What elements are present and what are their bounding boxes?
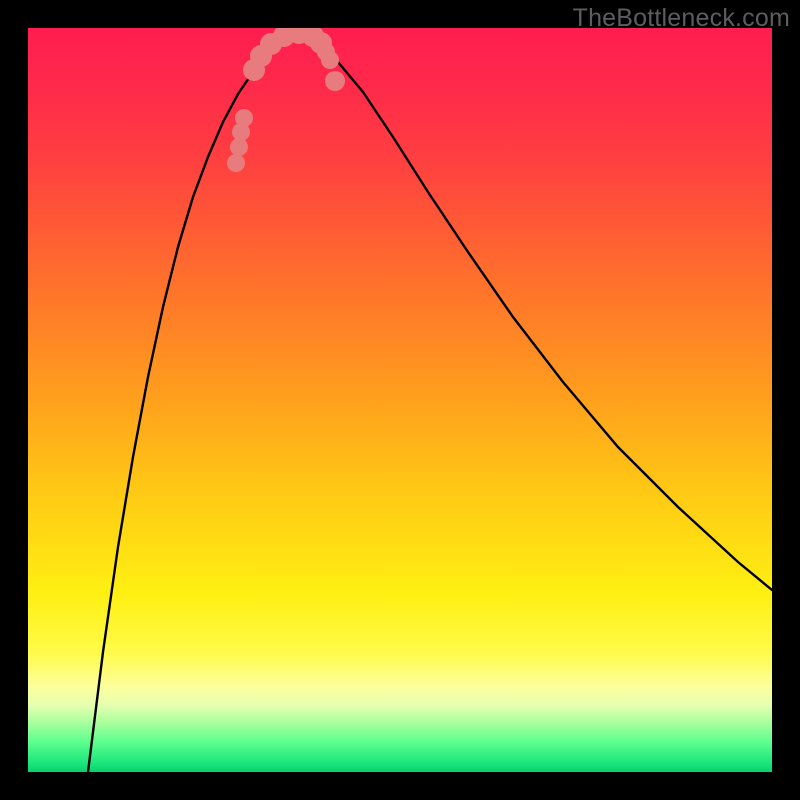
data-bead [227, 154, 245, 172]
data-bead [235, 109, 253, 127]
bottleneck-curve-left [88, 34, 298, 772]
watermark-text: TheBottleneck.com [573, 4, 790, 33]
chart-frame: TheBottleneck.com [0, 0, 800, 800]
data-bead [321, 51, 339, 69]
bottleneck-curve-right [298, 34, 772, 590]
curve-layer [28, 28, 772, 772]
data-point-cluster [227, 28, 345, 172]
data-bead [325, 71, 345, 91]
plot-area [28, 28, 772, 772]
